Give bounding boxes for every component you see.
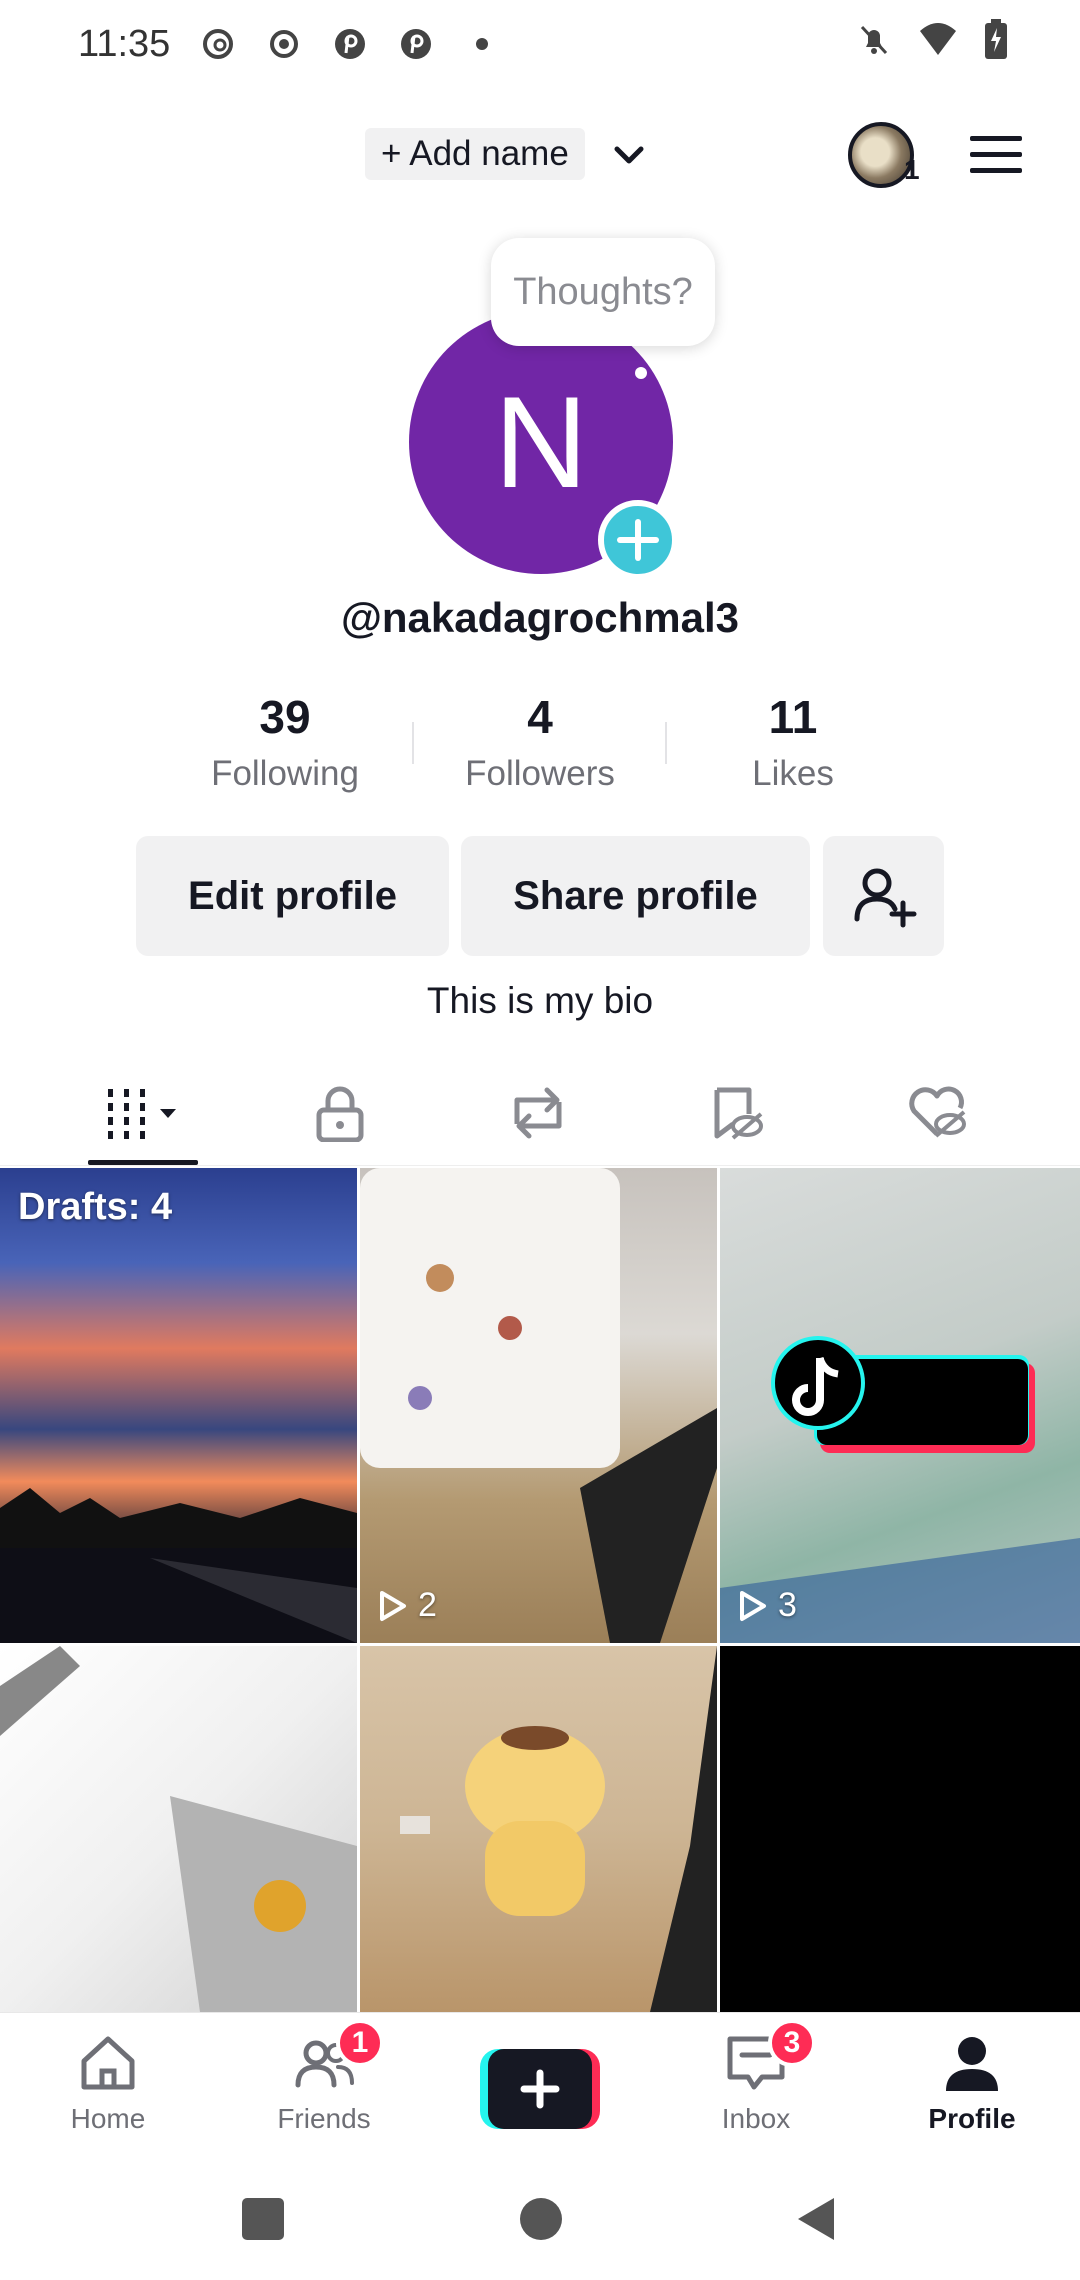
thoughts-bubble[interactable]: Thoughts? — [491, 238, 715, 346]
drafts-label: Drafts: 4 — [18, 1186, 173, 1228]
account-count-badge: 1 — [904, 154, 920, 185]
followers-stat[interactable]: 4 Followers — [420, 690, 660, 794]
add-name-button[interactable]: + Add name — [365, 128, 585, 180]
inbox-badge: 3 — [768, 2019, 816, 2067]
lock-icon — [316, 1086, 364, 1142]
following-count: 39 — [259, 691, 311, 743]
following-stat[interactable]: 39 Following — [165, 690, 405, 794]
tiktok-logo-thumbnail — [720, 1336, 1080, 1643]
battery-charging-icon — [984, 19, 1008, 69]
system-navigation-bar — [0, 2170, 1080, 2280]
bio-text[interactable]: This is my bio — [0, 980, 1080, 1022]
view-count: 2 — [378, 1586, 437, 1625]
status-bar: 11:35 — [0, 0, 1080, 88]
liked-hidden-icon — [909, 1086, 966, 1138]
username: @nakadagrochmal3 — [340, 594, 740, 641]
threads-icon — [200, 26, 236, 62]
add-friends-button[interactable] — [823, 836, 944, 956]
view-count-value: 2 — [418, 1586, 437, 1624]
home-nav-icon[interactable] — [518, 2196, 564, 2247]
create-button[interactable] — [480, 2049, 600, 2129]
likes-label: Likes — [752, 754, 834, 793]
favorites-hidden-icon — [714, 1087, 763, 1140]
videos-grid-icon — [108, 1089, 176, 1139]
stat-divider — [412, 722, 414, 764]
share-profile-button[interactable]: Share profile — [461, 836, 810, 956]
tab-videos[interactable] — [43, 1060, 243, 1166]
drafts-tile[interactable]: Drafts: 4 — [0, 1168, 357, 1643]
profile-stats: 39 Following 4 Followers 11 Likes — [0, 690, 1080, 810]
record-icon — [266, 26, 302, 62]
nav-home-label: Home — [70, 2103, 146, 2134]
tab-liked[interactable] — [837, 1060, 1037, 1166]
home-icon — [81, 2036, 135, 2090]
followers-count: 4 — [527, 691, 553, 743]
nav-profile-label: Profile — [928, 2103, 1016, 2134]
stat-divider — [665, 722, 667, 764]
chevron-down-icon[interactable] — [612, 138, 646, 172]
nav-friends[interactable]: Friends — [234, 2031, 414, 2161]
sunset-thumbnail — [0, 1488, 357, 1643]
likes-stat[interactable]: 11 Likes — [673, 690, 913, 794]
nav-home[interactable]: Home — [18, 2031, 198, 2161]
profile-icon — [946, 2037, 998, 2091]
repost-icon — [514, 1087, 562, 1139]
tab-private[interactable] — [240, 1060, 440, 1166]
video-grid: Drafts: 4 2 3 — [0, 1168, 1080, 2012]
pinterest-icon — [398, 26, 434, 62]
menu-icon[interactable] — [968, 132, 1024, 178]
video-tile[interactable]: 2 — [360, 1168, 717, 1643]
bottom-nav: Home Friends 1 Inbox 3 Profile — [0, 2012, 1080, 2170]
avatar-letter: N — [494, 369, 588, 515]
blurred-thumbnail — [0, 1646, 357, 2012]
video-tile[interactable] — [360, 1646, 717, 2012]
play-icon — [380, 1590, 406, 1621]
nav-inbox[interactable]: Inbox — [666, 2031, 846, 2161]
following-label: Following — [211, 754, 359, 793]
tab-reposts[interactable] — [438, 1060, 638, 1166]
edit-profile-button[interactable]: Edit profile — [136, 836, 449, 956]
profile-actions: Edit profile Share profile — [0, 836, 1080, 956]
video-tile[interactable]: 3 — [720, 1168, 1080, 1643]
play-icon — [740, 1590, 766, 1621]
recents-icon[interactable] — [240, 2196, 286, 2247]
add-photo-button[interactable] — [598, 500, 678, 580]
view-count: 3 — [738, 1586, 797, 1625]
mute-notifications-icon — [856, 21, 892, 67]
cup-thumbnail — [360, 1168, 717, 1643]
status-time: 11:35 — [78, 22, 171, 65]
pinterest-icon — [332, 26, 368, 62]
back-icon[interactable] — [794, 2196, 840, 2247]
content-tabs — [0, 1060, 1080, 1166]
video-tile[interactable] — [720, 1646, 1080, 2012]
active-tab-indicator — [88, 1160, 198, 1165]
create-plus-icon — [480, 2049, 600, 2129]
thoughts-bubble-tail — [635, 367, 647, 379]
add-person-icon — [854, 868, 916, 928]
video-tile[interactable] — [0, 1646, 357, 2012]
nav-friends-label: Friends — [277, 2103, 371, 2134]
nav-profile[interactable]: Profile — [882, 2031, 1062, 2161]
tab-favorites[interactable] — [636, 1060, 836, 1166]
figurine-thumbnail — [400, 1646, 717, 2012]
view-count-value: 3 — [778, 1586, 797, 1624]
nav-inbox-label: Inbox — [721, 2103, 791, 2134]
wifi-icon — [918, 21, 958, 67]
followers-label: Followers — [465, 754, 615, 793]
likes-count: 11 — [768, 691, 818, 743]
profile-header: + Add name 1 — [0, 110, 1080, 200]
friends-badge: 1 — [336, 2019, 384, 2067]
dot-icon — [464, 26, 500, 62]
